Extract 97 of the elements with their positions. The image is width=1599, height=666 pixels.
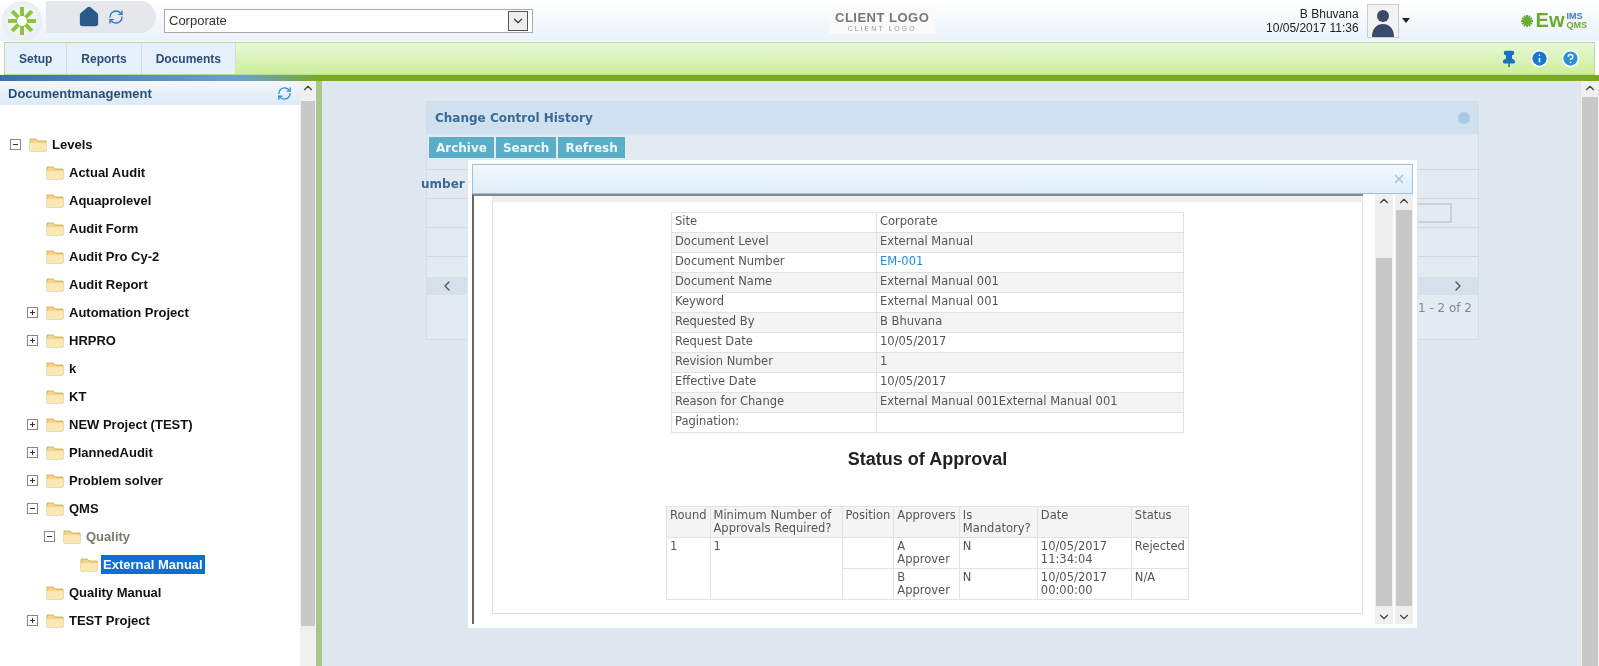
tree-item[interactable]: Aquaprolevel [67, 190, 154, 210]
expand-icon[interactable] [27, 614, 38, 626]
folder-icon [46, 584, 64, 600]
user-name: B Bhuvana [1299, 6, 1359, 21]
refresh-icon[interactable] [108, 8, 124, 25]
table-cell: Rejected [1131, 537, 1189, 569]
scrollbar[interactable] [300, 81, 316, 666]
scrollbar[interactable] [1375, 194, 1393, 624]
folder-icon [46, 360, 64, 376]
tree-item[interactable]: Audit Pro Cy-2 [67, 246, 162, 266]
detail-label: Keyword [671, 292, 877, 313]
detail-label: Effective Date [671, 372, 877, 393]
folder-icon [63, 528, 81, 544]
table-cell: A Approver [893, 537, 960, 569]
folder-icon [46, 612, 64, 628]
detail-label: Request Date [671, 332, 877, 353]
site-select[interactable]: Corporate [164, 8, 533, 33]
folder-icon [46, 388, 64, 404]
menu-tab[interactable]: Reports [67, 43, 142, 74]
tree-item[interactable]: QMS [67, 498, 101, 518]
tree-item[interactable]: Quality [84, 526, 133, 546]
detail-label: Document Level [671, 232, 877, 253]
menu-tab[interactable]: Documents [141, 43, 237, 74]
table-cell: N [959, 537, 1038, 569]
folder-icon [46, 332, 64, 348]
detail-label: Requested By [671, 312, 877, 333]
folder-icon [46, 276, 64, 292]
detail-label: Reason for Change [671, 392, 877, 413]
panel-title: Change Control History [435, 111, 593, 125]
tree-item[interactable]: Automation Project [67, 302, 191, 322]
menu-tab[interactable]: Setup [5, 43, 68, 74]
table-cell: 10/05/2017 11:34:04 [1037, 537, 1132, 569]
expand-icon[interactable] [27, 446, 38, 458]
tree-item[interactable]: External Manual [101, 554, 205, 574]
folder-icon [29, 136, 47, 152]
expand-icon[interactable] [27, 334, 38, 346]
date-time: 10/05/2017 11:36 [1266, 20, 1359, 35]
tree-item[interactable]: PlannedAudit [67, 442, 155, 462]
column-header: Position [842, 506, 894, 538]
detail-value: Corporate [876, 212, 1184, 233]
column-header: Round [666, 506, 710, 538]
folder-icon [46, 472, 64, 488]
expand-icon[interactable] [27, 474, 38, 486]
column-header: umber [421, 177, 465, 191]
section-title: Status of Approval [847, 449, 1008, 470]
expand-icon[interactable] [27, 306, 38, 318]
folder-icon [46, 192, 64, 208]
tree-item[interactable]: k [67, 358, 79, 378]
tree-item[interactable]: Problem solver [67, 470, 165, 490]
refresh-icon[interactable] [277, 85, 292, 101]
tree-item[interactable]: NEW Project (TEST) [67, 414, 195, 434]
detail-label: Document Number [671, 252, 877, 273]
help-icon[interactable] [1561, 49, 1580, 68]
column-header: Status [1131, 506, 1189, 538]
tree-item[interactable]: Actual Audit [67, 162, 148, 182]
folder-icon [46, 164, 64, 180]
folder-icon [46, 304, 64, 320]
collapse-icon[interactable] [44, 530, 55, 542]
collapse-icon[interactable] [10, 138, 21, 150]
table-cell: N [959, 568, 1038, 600]
pin-icon[interactable] [1500, 49, 1518, 68]
scrollbar[interactable] [1581, 81, 1599, 666]
tree-item[interactable]: Quality Manual [67, 582, 164, 602]
detail-label: Revision Number [671, 352, 877, 373]
expand-icon[interactable] [27, 418, 38, 430]
folder-icon [46, 220, 64, 236]
info-icon[interactable] [1530, 49, 1549, 68]
folder-icon [80, 556, 98, 572]
column-header: Date [1037, 506, 1132, 538]
detail-label: Pagination: [671, 412, 877, 433]
tree-item[interactable]: HRPRO [67, 330, 118, 350]
table-cell: 10/05/2017 00:00:00 [1037, 568, 1132, 600]
table-cell: N/A [1131, 568, 1189, 600]
caret-icon[interactable] [1401, 18, 1410, 23]
tree-item[interactable]: Audit Form [67, 218, 141, 238]
detail-label: Site [671, 212, 877, 233]
collapse-icon[interactable] [27, 502, 38, 514]
folder-icon [46, 248, 64, 264]
folder-icon [46, 500, 64, 516]
home-icon[interactable] [78, 5, 100, 28]
tree-item[interactable]: TEST Project [67, 610, 152, 630]
tree-item[interactable]: KT [67, 386, 89, 406]
tree-item[interactable]: Audit Report [67, 274, 150, 294]
avatar-icon[interactable] [1366, 3, 1399, 38]
sidebar-title: Documentmanagement [8, 85, 152, 101]
table-cell: 1 [710, 537, 842, 600]
detail-label: Document Name [671, 272, 877, 293]
scrollbar[interactable] [1395, 194, 1413, 624]
pager-text: 1 - 2 of 2 [1417, 301, 1472, 315]
folder-icon [46, 416, 64, 432]
column-header: Approvers [893, 506, 960, 538]
table-cell: B Approver [893, 568, 960, 600]
column-header: Minimum Number of Approvals Required? [710, 506, 842, 538]
folder-icon [46, 444, 64, 460]
table-cell: 1 [666, 537, 710, 600]
column-header: Is Mandatory? [959, 506, 1038, 538]
tree-item[interactable]: Levels [50, 134, 95, 154]
